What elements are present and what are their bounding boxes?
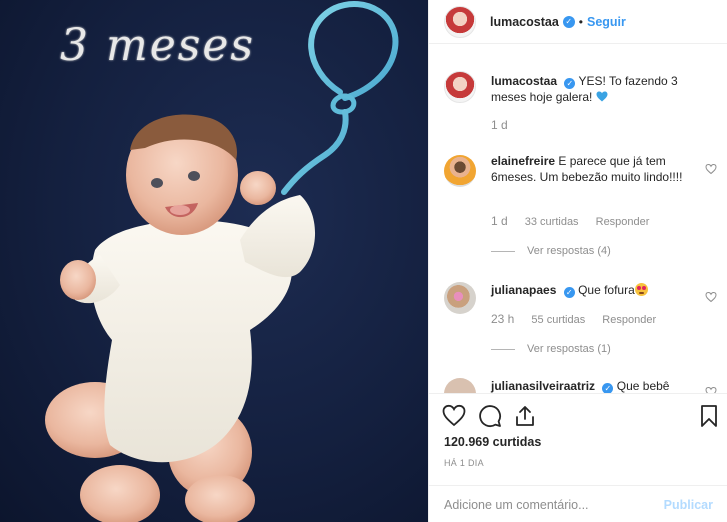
view-replies-button[interactable]: Ver respostas (1) <box>491 343 611 355</box>
heart-icon[interactable] <box>442 404 466 428</box>
comments-list[interactable]: lumacostaa ✓ YES! To fazendo 3 meses hoj… <box>429 45 727 393</box>
comment-text: Que bebê <box>616 379 670 393</box>
baby-photo-illustration <box>45 1 399 522</box>
comment-age[interactable]: 23 h <box>491 312 514 326</box>
commenter-username[interactable]: elainefreire <box>491 154 555 168</box>
add-comment-bar: Adicione um comentário... Publicar <box>429 485 727 522</box>
post-side-panel: lumacostaa ✓ • Seguir lumacostaa ✓ YES! … <box>428 0 727 522</box>
photo-overlay-text: 3 meses <box>60 20 255 71</box>
author-username[interactable]: lumacostaa <box>490 15 559 29</box>
caption-age[interactable]: 1 d <box>491 118 508 132</box>
commenter-username[interactable]: julianapaes <box>491 283 556 297</box>
commenter-username[interactable]: julianasilveiraatriz <box>491 379 595 393</box>
post-photo[interactable]: 3 meses <box>0 0 428 522</box>
caption-avatar[interactable] <box>444 71 476 103</box>
comment-input[interactable]: Adicione um comentário... <box>444 498 664 512</box>
comment-likes[interactable]: 33 curtidas <box>525 216 579 228</box>
comment-bubble-icon[interactable] <box>478 404 502 428</box>
verified-badge-icon: ✓ <box>602 383 614 393</box>
view-replies-button[interactable]: Ver respostas (4) <box>491 245 611 257</box>
post-age[interactable]: HÁ 1 DIA <box>444 458 484 468</box>
reply-button[interactable]: Responder <box>602 314 656 326</box>
view-replies-label: Ver respostas (4) <box>527 245 611 257</box>
heart-icon[interactable] <box>705 291 717 303</box>
balloon-drawing <box>281 1 399 195</box>
replies-divider <box>491 250 515 252</box>
header-separator: • <box>578 14 583 29</box>
baby-figure <box>45 114 316 522</box>
likes-count[interactable]: 120.969 curtidas <box>444 435 541 449</box>
replies-divider <box>491 348 515 350</box>
verified-badge-icon: ✓ <box>564 78 576 89</box>
post-actions: 120.969 curtidas HÁ 1 DIA Adicione um co… <box>429 393 727 522</box>
comment-text: Que fofura <box>578 283 635 297</box>
caption-username[interactable]: lumacostaa <box>491 74 557 88</box>
heart-icon[interactable] <box>705 386 717 393</box>
blue-heart-emoji-icon <box>596 91 608 102</box>
verified-badge-icon: ✓ <box>562 15 575 28</box>
author-avatar[interactable] <box>444 5 476 38</box>
caption-item: lumacostaa ✓ YES! To fazendo 3 meses hoj… <box>444 71 714 141</box>
bookmark-icon[interactable] <box>697 404 721 428</box>
follow-button[interactable]: Seguir <box>587 15 626 29</box>
publish-button[interactable]: Publicar <box>664 498 713 512</box>
commenter-avatar[interactable] <box>444 155 476 187</box>
commenter-avatar[interactable] <box>444 282 476 314</box>
share-icon[interactable] <box>513 404 537 428</box>
comment-item: elainefreire E parece que já tem 6meses.… <box>444 154 717 265</box>
comment-item: julianasilveiraatriz ✓ Que bebê <box>444 378 717 393</box>
heart-eyes-emoji-icon <box>634 283 648 296</box>
verified-badge-icon: ✓ <box>563 287 575 298</box>
reply-button[interactable]: Responder <box>596 216 650 228</box>
comment-item: julianapaes ✓ Que fofura 23 h 55 curtida… <box>444 282 717 382</box>
heart-icon[interactable] <box>705 163 717 175</box>
action-icons <box>442 404 722 430</box>
commenter-avatar[interactable] <box>444 378 476 393</box>
view-replies-label: Ver respostas (1) <box>527 343 611 355</box>
comment-age[interactable]: 1 d <box>491 214 508 228</box>
post-header: lumacostaa ✓ • Seguir <box>429 0 727 44</box>
post-dialog: 3 meses lumacostaa ✓ • Seguir lumacostaa… <box>0 0 727 522</box>
comment-likes[interactable]: 55 curtidas <box>531 314 585 326</box>
